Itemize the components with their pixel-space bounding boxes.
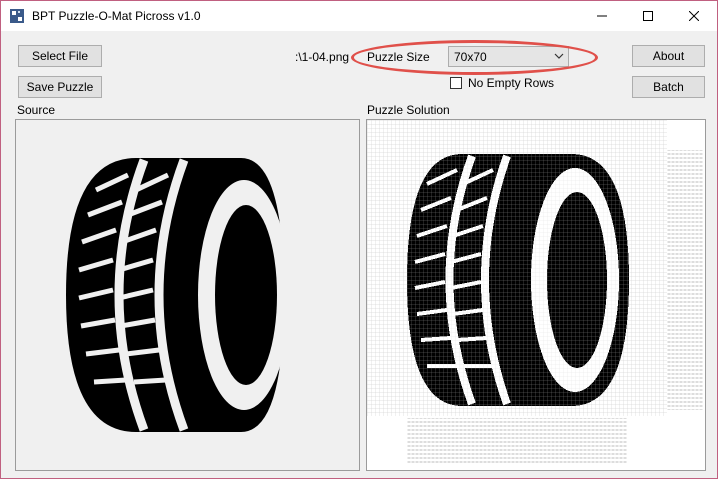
solution-label: Puzzle Solution: [367, 103, 450, 117]
window-title: BPT Puzzle-O-Mat Picross v1.0: [32, 9, 201, 23]
maximize-button[interactable]: [625, 1, 671, 31]
no-empty-rows-label: No Empty Rows: [468, 76, 555, 90]
minimize-button[interactable]: [579, 1, 625, 31]
title-bar[interactable]: BPT Puzzle-O-Mat Picross v1.0: [1, 1, 717, 31]
app-icon: [10, 9, 24, 23]
tire-image: [66, 158, 290, 432]
batch-button[interactable]: Batch: [632, 76, 705, 98]
close-button[interactable]: [671, 1, 717, 31]
about-button[interactable]: About: [632, 45, 705, 67]
select-file-button[interactable]: Select File: [18, 45, 102, 67]
maximize-icon: [643, 11, 653, 21]
no-empty-rows-checkbox[interactable]: [450, 77, 462, 89]
source-label: Source: [17, 103, 56, 117]
annotation-highlight-ring: [351, 40, 598, 75]
file-name-label: :\1-04.png: [295, 50, 350, 64]
puzzle-solution-panel: [366, 119, 706, 471]
source-panel: [15, 119, 360, 471]
close-icon: [689, 11, 699, 21]
app-window: BPT Puzzle-O-Mat Picross v1.0 Select Fil…: [0, 0, 718, 479]
save-puzzle-button[interactable]: Save Puzzle: [18, 76, 102, 98]
puzzle-grid: [367, 120, 703, 464]
minimize-icon: [597, 15, 607, 17]
